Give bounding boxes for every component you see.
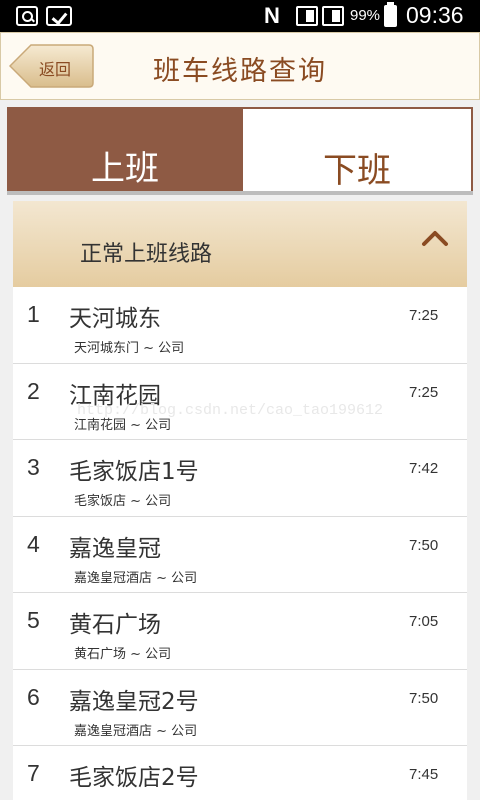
- route-number: 2: [27, 377, 40, 404]
- page-title: 班车线路查询: [1, 49, 480, 88]
- nfc-icon: N: [264, 3, 280, 28]
- route-number: 1: [27, 301, 40, 327]
- search-icon: [16, 6, 38, 26]
- route-stops: 毛家饭店 ~ 公司: [74, 494, 172, 509]
- route-list[interactable]: 1 天河城东 天河城东门 ~ 公司 7:25 2 江南花园 江南花园 ~ 公司 …: [13, 287, 467, 800]
- route-number: 7: [27, 760, 40, 786]
- route-time: 7:50: [409, 689, 439, 707]
- page-title-text: 班车线路查询: [153, 56, 327, 87]
- route-name: 毛家饭店1号: [69, 459, 199, 485]
- route-stops: 天河城东门 ~ 公司: [74, 341, 185, 356]
- route-number: 3: [27, 454, 40, 480]
- route-time: 7:25: [409, 383, 439, 401]
- app-header: 返回 班车线路查询: [0, 32, 480, 100]
- chevron-up-icon[interactable]: [421, 229, 449, 247]
- sim2-icon: [322, 6, 344, 26]
- route-number: 4: [27, 530, 40, 557]
- route-stops: 江南花园 ~ 公司: [74, 417, 172, 433]
- route-row[interactable]: 6 嘉逸皇冠2号 嘉逸皇冠酒店 ~ 公司 7:50: [13, 669, 467, 746]
- route-time: 7:05: [409, 613, 439, 630]
- route-stops: 嘉逸皇冠酒店 ~ 公司: [74, 570, 198, 586]
- status-bar: N 99% 09:36: [0, 0, 480, 32]
- route-name: 嘉逸皇冠2号: [69, 688, 199, 715]
- route-time: 7:50: [409, 536, 439, 554]
- tab-off-work[interactable]: 下班: [243, 107, 473, 191]
- route-row[interactable]: 3 毛家饭店1号 毛家饭店 ~ 公司 7:42: [13, 440, 467, 517]
- sim1-icon: [296, 6, 318, 26]
- route-row[interactable]: 4 嘉逸皇冠 嘉逸皇冠酒店 ~ 公司 7:50: [13, 516, 467, 593]
- route-stops: 黄石广场 ~ 公司: [74, 647, 172, 662]
- battery-icon: [384, 2, 397, 27]
- route-name: 黄石广场: [69, 612, 161, 638]
- route-name: 天河城东: [69, 306, 161, 332]
- route-row[interactable]: 1 天河城东 天河城东门 ~ 公司 7:25: [13, 287, 467, 364]
- section-header[interactable]: 正常上班线路: [13, 201, 467, 287]
- status-time: 09:36: [406, 2, 464, 28]
- tab-go-to-work[interactable]: 上班: [7, 107, 243, 191]
- section-title: 正常上班线路: [80, 242, 213, 267]
- route-stops: 嘉逸皇冠酒店 ~ 公司: [74, 723, 198, 739]
- route-number: 5: [27, 607, 40, 633]
- route-time: 7:25: [409, 307, 439, 324]
- battery-percent: 99%: [350, 7, 381, 24]
- tab-bar: 上班 下班: [7, 107, 473, 195]
- route-row[interactable]: 5 黄石广场 黄石广场 ~ 公司 7:05: [13, 593, 467, 670]
- check-icon: [46, 6, 72, 26]
- route-number: 6: [27, 683, 40, 710]
- route-row[interactable]: 7 毛家饭店2号 7:45: [13, 746, 467, 800]
- route-name: 嘉逸皇冠: [69, 535, 161, 562]
- route-time: 7:45: [409, 766, 439, 783]
- route-time: 7:42: [409, 460, 439, 477]
- route-name: 毛家饭店2号: [69, 765, 199, 791]
- route-row[interactable]: 2 江南花园 江南花园 ~ 公司 7:25: [13, 363, 467, 440]
- route-name: 江南花园: [69, 382, 161, 409]
